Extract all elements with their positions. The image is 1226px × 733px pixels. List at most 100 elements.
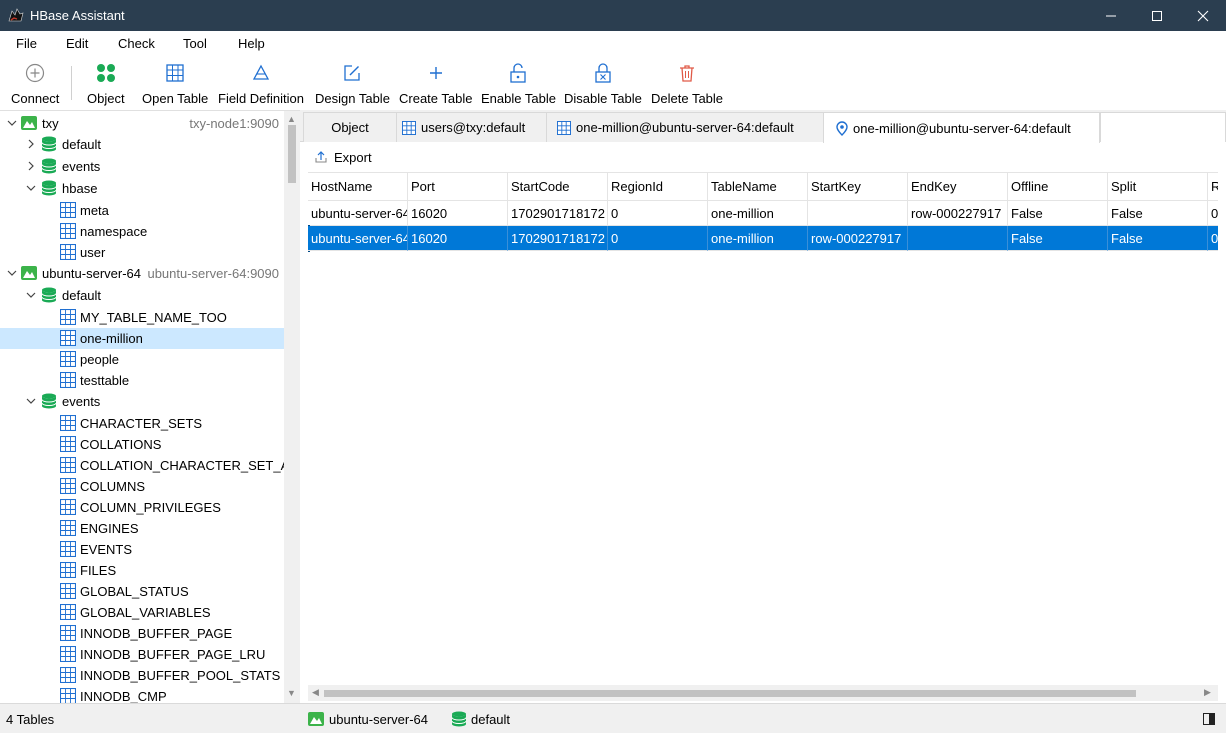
tree-table-item[interactable]: COLUMNS: [0, 476, 284, 497]
scroll-up-icon[interactable]: ▲: [287, 114, 296, 124]
table-icon: [60, 436, 76, 452]
chevron-down-icon[interactable]: [25, 182, 37, 194]
table-icon: [60, 309, 76, 325]
tree-table-item[interactable]: FILES: [0, 560, 284, 581]
field-definition-button[interactable]: Field Definition: [218, 60, 304, 106]
tree-table-item[interactable]: COLLATIONS: [0, 434, 284, 455]
panel-toggle-icon[interactable]: [1203, 713, 1215, 725]
tab-object[interactable]: Object: [303, 112, 397, 142]
menu-tool[interactable]: Tool: [183, 36, 207, 51]
scroll-left-icon[interactable]: ◀: [312, 687, 319, 698]
tree-table-item[interactable]: people: [0, 349, 284, 370]
tree-namespace-default[interactable]: default: [0, 134, 284, 155]
tree-namespace-hbase[interactable]: hbase: [0, 178, 284, 199]
hbase-logo-icon: [8, 8, 24, 22]
tree-table-item[interactable]: namespace: [0, 221, 284, 242]
menu-bar: File Edit Check Tool Help: [0, 31, 1226, 56]
connect-button[interactable]: Connect: [11, 60, 59, 106]
delete-table-button[interactable]: Delete Table: [651, 60, 723, 106]
tree-namespace-events[interactable]: events: [0, 156, 284, 177]
table-icon: [60, 351, 76, 367]
table-icon: [60, 541, 76, 557]
tree-table-item[interactable]: ENGINES: [0, 518, 284, 539]
tree-connection-txy[interactable]: txy txy-node1:9090: [0, 113, 284, 134]
minimize-button[interactable]: [1088, 0, 1134, 31]
plus-icon: [429, 67, 442, 79]
menu-check[interactable]: Check: [118, 36, 155, 51]
lock-icon: [595, 63, 611, 83]
server-connection-icon: [21, 116, 37, 130]
chevron-right-icon[interactable]: [25, 138, 37, 150]
column-header[interactable]: StartKey: [808, 173, 908, 201]
table-count: 4 Tables: [6, 712, 55, 727]
table-icon: [60, 667, 76, 683]
scroll-down-icon[interactable]: ▼: [287, 688, 296, 698]
tree-table-item[interactable]: MY_TABLE_NAME_TOO: [0, 307, 284, 328]
tree-connection-ubuntu-server-64[interactable]: ubuntu-server-64 ubuntu-server-64:9090: [0, 263, 284, 284]
disable-table-button[interactable]: Disable Table: [564, 60, 642, 106]
design-table-button[interactable]: Design Table: [315, 60, 390, 106]
tree-table-item[interactable]: GLOBAL_VARIABLES: [0, 602, 284, 623]
tab-users-txy-default[interactable]: users@txy:default: [396, 112, 547, 142]
tree-table-item[interactable]: INNODB_BUFFER_PAGE_LRU: [0, 644, 284, 665]
tree-namespace-events[interactable]: events: [0, 391, 284, 412]
tree-table-item[interactable]: user: [0, 242, 284, 263]
tree-table-item[interactable]: EVENTS: [0, 539, 284, 560]
object-button[interactable]: Object: [87, 60, 125, 106]
tree-table-item[interactable]: meta: [0, 200, 284, 221]
chevron-down-icon[interactable]: [6, 267, 18, 279]
minimize-icon: [1106, 15, 1116, 16]
column-header[interactable]: Re: [1208, 173, 1218, 201]
column-header[interactable]: EndKey: [908, 173, 1008, 201]
chevron-down-icon[interactable]: [25, 289, 37, 301]
tree-table-item[interactable]: CHARACTER_SETS: [0, 413, 284, 434]
column-header[interactable]: HostName: [308, 173, 408, 201]
tree-namespace-default[interactable]: default: [0, 285, 284, 306]
scroll-right-icon[interactable]: ▶: [1204, 687, 1211, 698]
close-button[interactable]: [1180, 0, 1226, 31]
database-icon: [41, 136, 57, 152]
tree-table-item[interactable]: INNODB_CMP: [0, 686, 284, 703]
menu-file[interactable]: File: [16, 36, 37, 51]
column-header[interactable]: Offline: [1008, 173, 1108, 201]
tree-table-item[interactable]: GLOBAL_STATUS: [0, 581, 284, 602]
create-table-button[interactable]: Create Table: [399, 60, 472, 106]
maximize-button[interactable]: [1134, 0, 1180, 31]
status-bar: 4 Tables ubuntu-server-64 default: [0, 703, 1226, 733]
tree-table-item[interactable]: COLUMN_PRIVILEGES: [0, 497, 284, 518]
export-button[interactable]: Export: [314, 147, 372, 167]
field-definition-icon: [252, 64, 270, 80]
open-table-button[interactable]: Open Table: [142, 60, 208, 106]
column-header[interactable]: Port: [408, 173, 508, 201]
chevron-down-icon[interactable]: [25, 395, 37, 407]
tree-table-item[interactable]: COLLATION_CHARACTER_SET_APPL: [0, 455, 300, 476]
connection-tree: txy txy-node1:9090 default events hbase …: [0, 110, 300, 703]
enable-table-button[interactable]: Enable Table: [481, 60, 556, 106]
scrollbar-thumb[interactable]: [288, 125, 296, 183]
chevron-down-icon[interactable]: [6, 117, 18, 129]
toolbar: Connect Object Open Table Field Definiti…: [0, 56, 1226, 110]
menu-help[interactable]: Help: [238, 36, 265, 51]
menu-edit[interactable]: Edit: [66, 36, 88, 51]
scrollbar-thumb[interactable]: [324, 690, 1136, 697]
tab-one-million-regions[interactable]: one-million@ubuntu-server-64:default: [823, 112, 1100, 143]
tree-table-item[interactable]: testtable: [0, 370, 284, 391]
table-icon: [60, 457, 76, 473]
column-header[interactable]: RegionId: [608, 173, 708, 201]
tree-vertical-scrollbar[interactable]: ▲ ▼: [284, 111, 300, 703]
server-connection-icon: [21, 266, 37, 280]
tab-bar: Object users@txy:default one-million@ubu…: [300, 110, 1226, 143]
chevron-right-icon[interactable]: [25, 160, 37, 172]
table-icon: [402, 120, 416, 135]
tree-table-item[interactable]: INNODB_BUFFER_PAGE: [0, 623, 284, 644]
regions-grid: HostName Port StartCode RegionId TableNa…: [308, 172, 1218, 684]
tree-table-item[interactable]: INNODB_BUFFER_POOL_STATS: [0, 665, 284, 686]
column-header[interactable]: TableName: [708, 173, 808, 201]
tab-one-million-table[interactable]: one-million@ubuntu-server-64:default: [546, 112, 824, 142]
export-icon: [315, 151, 327, 163]
column-header[interactable]: StartCode: [508, 173, 608, 201]
database-icon: [41, 287, 57, 303]
grid-horizontal-scrollbar[interactable]: ◀ ▶: [308, 685, 1218, 701]
column-header[interactable]: Split: [1108, 173, 1208, 201]
tree-table-item-selected[interactable]: one-million: [0, 328, 284, 349]
